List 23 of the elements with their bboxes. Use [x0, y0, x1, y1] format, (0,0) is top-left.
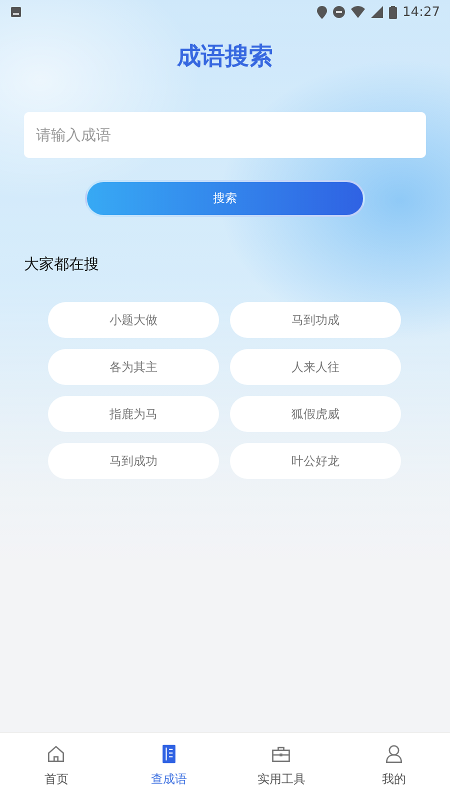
- idiom-chip[interactable]: 狐假虎威: [230, 396, 401, 432]
- wifi-icon: [350, 6, 365, 18]
- location-icon: [316, 6, 327, 18]
- status-time: 14:27: [402, 4, 440, 20]
- section-heading: 大家都在搜: [24, 255, 100, 274]
- idiom-chip[interactable]: 指鹿为马: [48, 396, 219, 432]
- do-not-disturb-icon: [332, 6, 345, 18]
- battery-icon: [388, 6, 397, 18]
- nav-tab[interactable]: 首页: [0, 733, 112, 800]
- search-field[interactable]: 请输入成语: [24, 112, 426, 158]
- nav-tab[interactable]: 实用工具: [225, 733, 338, 800]
- image-icon: [10, 6, 22, 18]
- idiom-chip[interactable]: 各为其主: [48, 349, 219, 385]
- page-title: 成语搜索: [176, 41, 274, 72]
- idiom-chip[interactable]: 马到功成: [230, 302, 401, 338]
- idiom-chip[interactable]: 马到成功: [48, 443, 219, 479]
- idiom-chip[interactable]: 人来人往: [230, 349, 401, 385]
- idiom-chip[interactable]: 叶公好龙: [230, 443, 401, 479]
- signal-icon: [370, 6, 383, 18]
- nav-tab[interactable]: 我的: [338, 733, 450, 800]
- idiom-chip[interactable]: 小题大做: [48, 302, 219, 338]
- nav-tab[interactable]: 查成语: [112, 733, 225, 800]
- search-button[interactable]: 搜索: [85, 180, 365, 217]
